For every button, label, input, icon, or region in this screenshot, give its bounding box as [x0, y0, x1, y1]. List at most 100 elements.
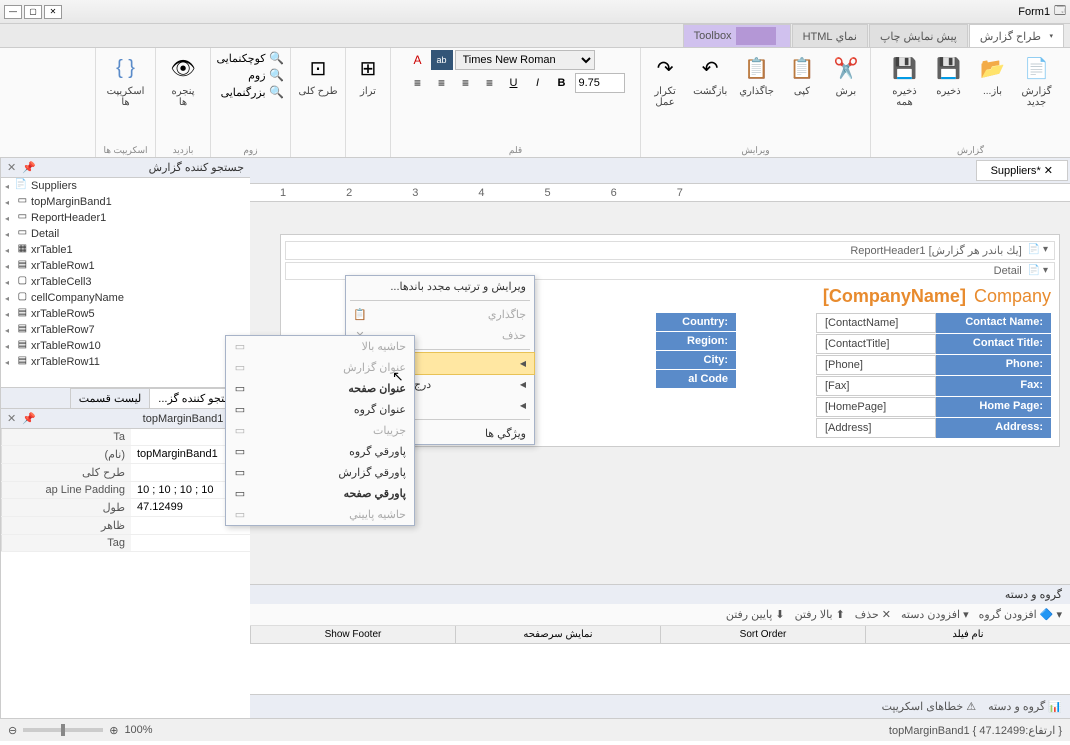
context-submenu-bands[interactable]: حاشیه بالا▭عنوان گزارش▭عنوان صفحه▭عنوان … [225, 335, 415, 526]
tab-toolbox[interactable]: Toolbox [683, 24, 791, 47]
font-name-select[interactable]: Times New Roman [455, 50, 595, 70]
tree-item[interactable]: xrTable1▦◂ [1, 242, 250, 258]
field-cell[interactable]: :Home Page[HomePage] [816, 397, 1051, 417]
doc-tab-suppliers[interactable]: ✕ *Suppliers [976, 160, 1068, 181]
fieldlist-tab[interactable]: لیست قسمت [70, 388, 151, 408]
bottom-tab-errors[interactable]: ⚠ خطاهای اسکریپت [882, 700, 977, 713]
tree-item[interactable]: Suppliers📄◂ [1, 178, 250, 194]
col-showfooter[interactable]: Show Footer [250, 626, 455, 643]
layout-button[interactable]: ⊡طرح کلی [294, 50, 341, 99]
redo-button[interactable]: ↷تکرار عمل [645, 50, 685, 110]
field-cell[interactable]: :Fax[Fax] [816, 376, 1051, 396]
company-binding[interactable]: [CompanyName] [823, 286, 966, 307]
col-sortorder[interactable]: Sort Order [660, 626, 865, 643]
field-cell[interactable]: :Country [656, 313, 736, 331]
font-size-input[interactable] [575, 73, 625, 93]
tree-item[interactable]: Detail▭◂ [1, 226, 250, 242]
field-cell[interactable]: :Contact Name[ContactName] [816, 313, 1051, 333]
pin-icon[interactable]: 📌 [22, 161, 36, 174]
scripts-button[interactable]: { }اسكريپت ها [103, 50, 149, 110]
ruler: 1234567 [250, 184, 1070, 202]
property-grid[interactable]: TatopMarginBand1(نام)طرح کلی10 ; 10 ; 10… [1, 429, 250, 718]
field-cell[interactable]: :Region [656, 332, 736, 350]
ctx-band-option[interactable]: پاورقي صفحه▭ [226, 483, 414, 504]
ctx-band-option[interactable]: حاشیه بالا▭ [226, 336, 414, 357]
zoom-minus-button[interactable]: ⊖ [8, 724, 17, 737]
property-row[interactable]: طرح کلی [1, 464, 250, 482]
align-right-button[interactable]: ≡ [407, 73, 429, 93]
zoom-in-button[interactable]: 🔍بزرگنمایی [216, 84, 284, 100]
zoom-slider[interactable] [23, 728, 103, 732]
align-button[interactable]: ⊞تراز [348, 50, 388, 99]
align-center-button[interactable]: ≡ [431, 73, 453, 93]
zoom-out-button[interactable]: 🔍کوچکنمایی [216, 50, 284, 66]
tree-item[interactable]: xrTableRow1▤◂ [1, 258, 250, 274]
font-color-button[interactable]: A [407, 50, 429, 70]
report-tree[interactable]: Suppliers📄◂topMarginBand1▭◂ReportHeader1… [1, 178, 250, 388]
property-row[interactable]: ظاهر [1, 517, 250, 535]
new-report-button[interactable]: 📄گزارش جدید [1017, 50, 1057, 110]
pin-icon[interactable]: 📌 [22, 412, 36, 425]
band-reportheader[interactable]: ▾ 📄 [یك باندر هر گزارش] ReportHeader1 [285, 241, 1055, 260]
col-fieldname[interactable]: نام فیلد [865, 626, 1070, 643]
property-row[interactable]: topMarginBand1(نام) [1, 446, 250, 464]
ctx-band-option[interactable]: پاورقي گروه▭ [226, 441, 414, 462]
zoom-button[interactable]: 🔍زوم [216, 67, 284, 83]
property-row[interactable]: Tag [1, 535, 250, 552]
tree-item[interactable]: xrTableRow10▤◂ [1, 338, 250, 354]
property-row[interactable]: Ta [1, 429, 250, 446]
add-sort-button[interactable]: ▾ افزودن دسته [901, 608, 969, 621]
copy-button[interactable]: 📋کپی [782, 50, 822, 110]
field-cell[interactable]: :Contact Title[ContactTitle] [816, 334, 1051, 354]
justify-button[interactable]: ≡ [479, 73, 501, 93]
bottom-tab-group[interactable]: 📊 گروه و دسته [988, 700, 1062, 713]
open-button[interactable]: 📂باز... [973, 50, 1013, 110]
maximize-button[interactable]: ▢ [24, 5, 42, 19]
tree-item[interactable]: xrTableRow11▤◂ [1, 354, 250, 370]
moveup-button[interactable]: ⬆ بالا رفتن [795, 608, 845, 621]
movedown-button[interactable]: ⬇ پایین رفتن [726, 608, 785, 621]
ctx-band-option[interactable]: عنوان گزارش▭ [226, 357, 414, 378]
tab-html[interactable]: نماي HTML [792, 24, 868, 47]
ctx-band-option[interactable]: حاشیه پاییني▭ [226, 504, 414, 525]
delete-button[interactable]: ✕ حذف [855, 608, 891, 621]
field-cell[interactable]: al Code [656, 370, 736, 388]
panel-close-icon[interactable]: ✕ [7, 412, 16, 425]
ctx-band-option[interactable]: پاورقي گزارش▭ [226, 462, 414, 483]
panel-close-icon[interactable]: ✕ [7, 161, 16, 174]
field-cell[interactable]: :City [656, 351, 736, 369]
field-cell[interactable]: :Phone[Phone] [816, 355, 1051, 375]
undo-button[interactable]: ↶بازگشت [689, 50, 731, 110]
ctx-band-option[interactable]: عنوان گروه▭ [226, 399, 414, 420]
cut-button[interactable]: ✂️برش [826, 50, 866, 110]
minimize-button[interactable]: — [4, 5, 22, 19]
tree-item[interactable]: xrTableRow5▤◂ [1, 306, 250, 322]
field-cell[interactable]: :Address[Address] [816, 418, 1051, 438]
ctx-band-option[interactable]: عنوان صفحه▭ [226, 378, 414, 399]
tree-item[interactable]: xrTableRow7▤◂ [1, 322, 250, 338]
bold-button[interactable]: B [551, 73, 573, 93]
tree-item[interactable]: topMarginBand1▭◂ [1, 194, 250, 210]
tree-item[interactable]: cellCompanyName▢◂ [1, 290, 250, 306]
tab-preview[interactable]: پیش نمایش چاپ [869, 24, 968, 47]
ctx-band-option[interactable]: جزییات▭ [226, 420, 414, 441]
tree-item[interactable]: ReportHeader1▭◂ [1, 210, 250, 226]
tree-item[interactable]: xrTableCell3▢◂ [1, 274, 250, 290]
col-showheader[interactable]: نمایش سرصفحه [455, 626, 660, 643]
property-row[interactable]: 10 ; 10 ; 10 ; 10ap Line Padding [1, 482, 250, 499]
underline-button[interactable]: U [503, 73, 525, 93]
save-button[interactable]: 💾ذخیره [929, 50, 969, 110]
italic-button[interactable]: I [527, 73, 549, 93]
zoom-plus-button[interactable]: ⊕ [109, 724, 118, 737]
saveall-button[interactable]: 💾ذخیره همه [885, 50, 925, 110]
close-button[interactable]: ✕ [44, 5, 62, 19]
add-group-button[interactable]: ▾ 🔷 افزودن گروه [979, 608, 1062, 621]
align-left-button[interactable]: ≡ [455, 73, 477, 93]
property-row[interactable]: 47.12499طول [1, 499, 250, 517]
ctx-reorder-bands[interactable]: ویرایش و ترتیب مجدد باندها... [346, 276, 534, 297]
ctx-paste[interactable]: جاگذاري📋 [346, 304, 534, 325]
highlight-button[interactable]: ab [431, 50, 453, 70]
paste-button[interactable]: 📋جاگذاري [735, 50, 778, 110]
windows-button[interactable]: 👁پنجره ها [163, 50, 203, 110]
tab-designer[interactable]: ▾طراح گزارش [969, 24, 1064, 47]
